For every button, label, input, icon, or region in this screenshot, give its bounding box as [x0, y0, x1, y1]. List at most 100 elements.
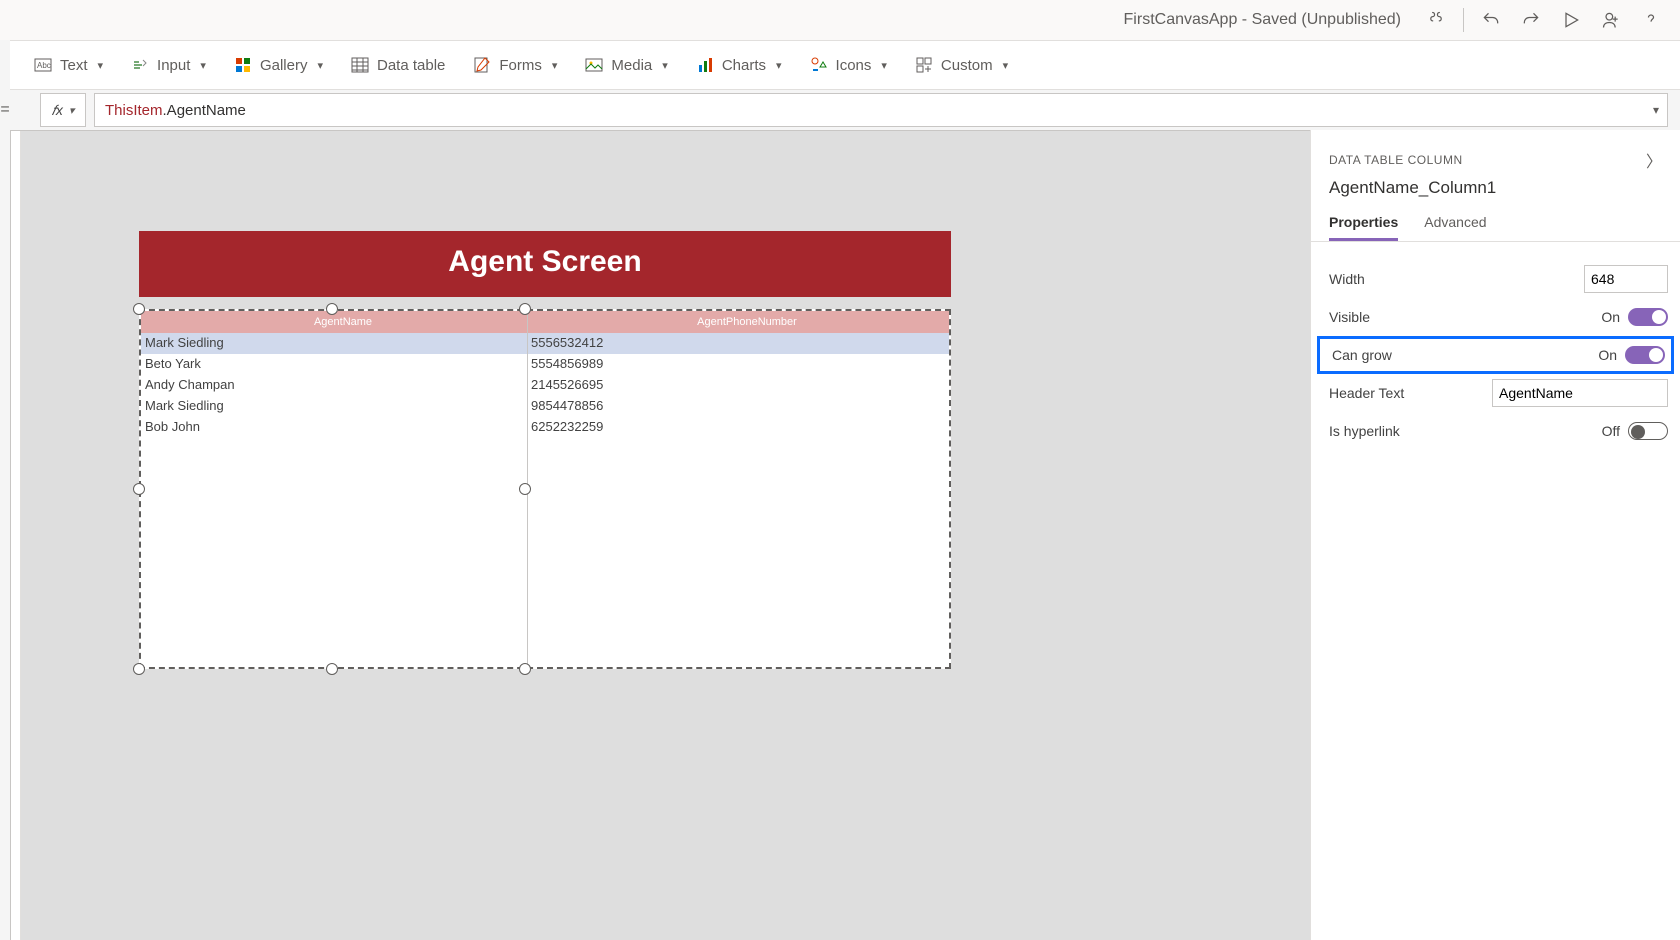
separator	[1463, 8, 1464, 32]
main-area: Agent Screen AgentName AgentPhoneNumber …	[10, 130, 1680, 940]
datatable-rows: Mark Siedling5556532412 Beto Yark5554856…	[141, 333, 949, 438]
panel-section-label: DATA TABLE COLUMN	[1329, 153, 1463, 167]
chevron-down-icon: ▾	[662, 59, 668, 72]
formula-input[interactable]: ThisItem.AgentName ▾	[94, 93, 1668, 127]
ribbon-custom[interactable]: Custom▾	[915, 56, 1008, 74]
panel-tabs: Properties Advanced	[1311, 208, 1680, 242]
share-icon[interactable]	[1598, 7, 1624, 33]
ribbon-text[interactable]: Abc Text ▾	[34, 56, 103, 74]
resize-handle[interactable]	[133, 303, 145, 315]
app-checker-icon[interactable]	[1423, 7, 1449, 33]
ribbon-forms-label: Forms	[499, 57, 542, 74]
resize-handle[interactable]	[326, 303, 338, 315]
table-row[interactable]: Bob John6252232259	[141, 417, 949, 438]
charts-icon	[696, 56, 714, 74]
table-row[interactable]: Andy Champan2145526695	[141, 375, 949, 396]
table-row[interactable]: Beto Yark5554856989	[141, 354, 949, 375]
chevron-down-icon: ▾	[200, 59, 206, 72]
cell: 2145526695	[527, 375, 949, 396]
resize-handle[interactable]	[326, 663, 338, 675]
formula-thisitem: ThisItem	[105, 102, 163, 119]
col-header-agentname[interactable]: AgentName	[141, 311, 545, 333]
titlebar: FirstCanvasApp - Saved (Unpublished)	[0, 0, 1680, 40]
canvas-content: Agent Screen AgentName AgentPhoneNumber …	[139, 231, 951, 669]
ribbon-icons[interactable]: Icons ▾	[810, 56, 887, 74]
tab-properties[interactable]: Properties	[1329, 208, 1398, 241]
ribbon: Abc Text ▾ Input▾ Gallery ▾ Data table For…	[10, 40, 1680, 90]
datatable[interactable]: AgentName AgentPhoneNumber Mark Siedling…	[139, 309, 951, 669]
forms-icon	[473, 56, 491, 74]
prop-width: Width	[1329, 260, 1668, 298]
formula-rest: .AgentName	[163, 102, 246, 119]
prop-headertext: Header Text	[1329, 374, 1668, 412]
chevron-down-icon: ▾	[69, 104, 75, 117]
undo-icon[interactable]	[1478, 7, 1504, 33]
cell: Mark Siedling	[141, 333, 527, 354]
datatable-selection[interactable]: AgentName AgentPhoneNumber Mark Siedling…	[139, 309, 951, 669]
ribbon-media[interactable]: Media ▾	[585, 56, 667, 74]
ribbon-forms[interactable]: Forms ▾	[473, 56, 557, 74]
canvas-zone[interactable]: Agent Screen AgentName AgentPhoneNumber …	[10, 130, 1310, 940]
prop-visible: Visible On	[1329, 298, 1668, 336]
table-row[interactable]: Mark Siedling5556532412	[141, 333, 949, 354]
ribbon-datatable[interactable]: Data table	[351, 56, 445, 74]
resize-handle[interactable]	[133, 663, 145, 675]
gallery-icon	[234, 56, 252, 74]
panel-header: DATA TABLE COLUMN 〉	[1311, 148, 1680, 174]
prop-hyperlink: Is hyperlink Off	[1329, 412, 1668, 450]
chevron-right-icon[interactable]: 〉	[1646, 148, 1662, 172]
chevron-down-icon[interactable]: ▾	[1653, 103, 1659, 117]
cell: 6252232259	[527, 417, 949, 438]
ribbon-input[interactable]: Input▾	[131, 56, 206, 74]
ribbon-charts[interactable]: Charts ▾	[696, 56, 782, 74]
col-header-agentphone[interactable]: AgentPhoneNumber	[545, 311, 949, 333]
left-strip	[11, 131, 21, 940]
tab-advanced[interactable]: Advanced	[1424, 208, 1486, 241]
ribbon-media-label: Media	[611, 57, 652, 74]
prop-cangrow: Can grow On	[1317, 336, 1674, 374]
resize-handle[interactable]	[133, 483, 145, 495]
toggle-visible[interactable]	[1628, 308, 1668, 326]
table-row[interactable]: Mark Siedling9854478856	[141, 396, 949, 417]
prop-width-label: Width	[1329, 271, 1365, 287]
cell: 9854478856	[527, 396, 949, 417]
prop-visible-state: On	[1601, 309, 1620, 325]
svg-text:Abc: Abc	[37, 61, 51, 70]
redo-icon[interactable]	[1518, 7, 1544, 33]
ribbon-datatable-label: Data table	[377, 57, 445, 74]
prop-visible-label: Visible	[1329, 309, 1370, 325]
help-icon[interactable]	[1638, 7, 1664, 33]
datatable-icon	[351, 56, 369, 74]
cell: Mark Siedling	[141, 396, 527, 417]
chevron-down-icon: ▾	[776, 59, 782, 72]
chevron-down-icon: ▾	[98, 59, 104, 72]
prop-hyperlink-state: Off	[1602, 423, 1620, 439]
panel-element-name: AgentName_Column1	[1311, 174, 1680, 208]
ribbon-text-label: Text	[60, 57, 88, 74]
properties-panel: DATA TABLE COLUMN 〉 AgentName_Column1 Pr…	[1310, 130, 1680, 940]
chevron-down-icon: ▾	[552, 59, 558, 72]
prop-width-input[interactable]	[1584, 265, 1668, 293]
prop-headertext-input[interactable]	[1492, 379, 1668, 407]
text-icon: Abc	[34, 56, 52, 74]
ribbon-icons-label: Icons	[836, 57, 872, 74]
chevron-down-icon: ▾	[881, 59, 887, 72]
fx-button[interactable]: 𝑓x▾	[40, 93, 86, 127]
chevron-down-icon: ▾	[317, 59, 323, 72]
media-icon	[585, 56, 603, 74]
cell: Beto Yark	[141, 354, 527, 375]
prop-hyperlink-label: Is hyperlink	[1329, 423, 1400, 439]
ribbon-gallery-label: Gallery	[260, 57, 308, 74]
panel-body: Width Visible On Can grow On Header Text	[1311, 242, 1680, 450]
toggle-cangrow[interactable]	[1625, 346, 1665, 364]
resize-handle[interactable]	[519, 483, 531, 495]
ribbon-gallery[interactable]: Gallery ▾	[234, 56, 323, 74]
input-icon	[131, 56, 149, 74]
resize-handle[interactable]	[519, 303, 531, 315]
icons-icon	[810, 56, 828, 74]
prop-headertext-label: Header Text	[1329, 385, 1404, 401]
play-icon[interactable]	[1558, 7, 1584, 33]
toggle-hyperlink[interactable]	[1628, 422, 1668, 440]
resize-handle[interactable]	[519, 663, 531, 675]
ribbon-charts-label: Charts	[722, 57, 766, 74]
